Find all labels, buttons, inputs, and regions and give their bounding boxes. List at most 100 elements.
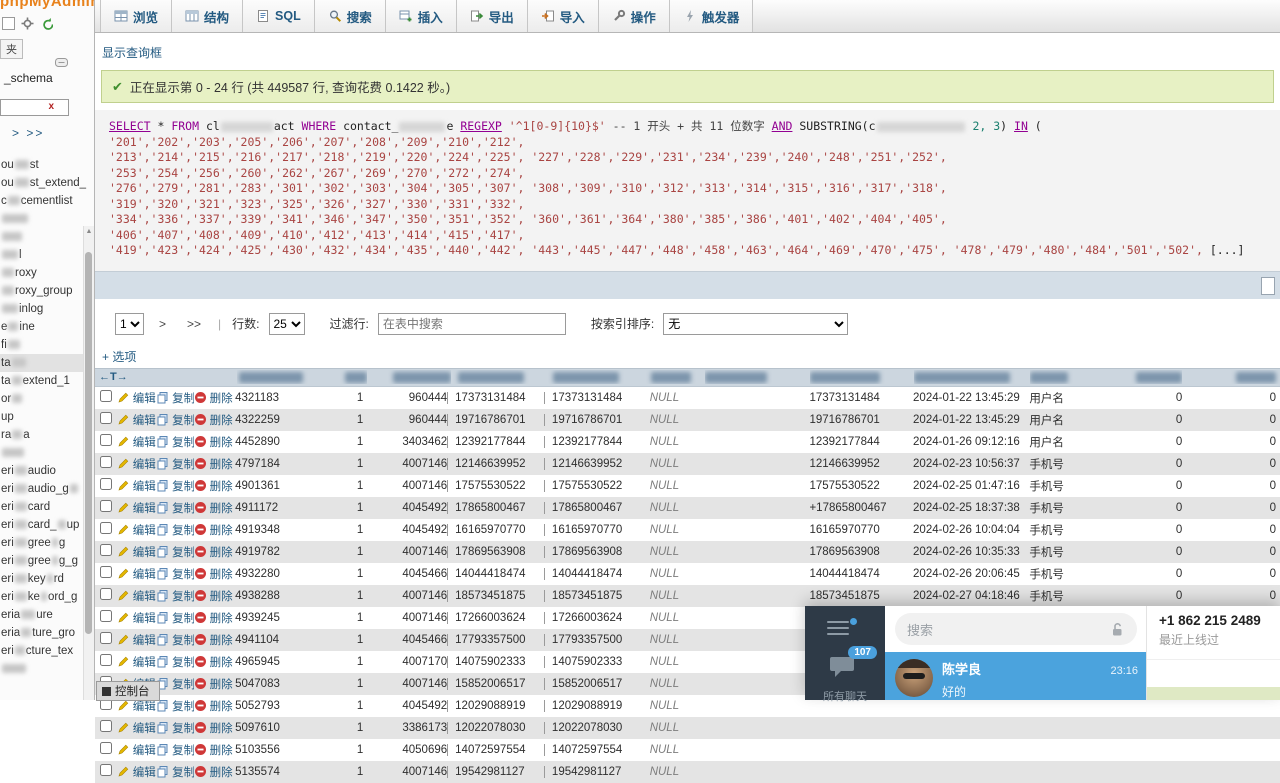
home-icon[interactable] [2,17,15,30]
nav-folder-tab[interactable]: 夹 [0,39,23,59]
tab-search[interactable]: 搜索 [315,0,386,32]
row-checkbox[interactable] [100,742,112,754]
delete-row-link[interactable]: 删除 [194,456,233,472]
sql-keyword-link[interactable]: IN [1014,119,1028,133]
row-checkbox[interactable] [100,654,112,666]
all-chats-icon[interactable]: 107 [829,654,861,683]
nav-table-item[interactable]: ta [0,354,94,372]
next-page-button[interactable]: > [153,315,172,333]
column-header[interactable] [1030,370,1079,384]
copy-row-link[interactable]: 复制 [156,720,193,736]
row-checkbox[interactable] [100,588,112,600]
nav-table-item[interactable]: eriaure [0,606,94,624]
delete-row-link[interactable]: 删除 [194,434,233,450]
scrollbar-thumb[interactable] [85,252,92,634]
copy-row-link[interactable]: 复制 [156,544,193,560]
nav-scrollbar[interactable]: ▲ [83,226,94,700]
column-header[interactable] [451,370,547,384]
nav-table-item[interactable] [0,228,94,246]
nav-table-item[interactable]: up [0,408,94,426]
unlock-icon[interactable] [1110,622,1125,637]
scroll-up-icon[interactable]: ▲ [84,228,94,235]
filter-rows-input[interactable] [378,313,566,335]
console-toggle-button[interactable]: 控制台 [96,681,160,701]
edit-row-link[interactable]: 编辑 [117,412,156,428]
inline-edit-control[interactable] [1261,277,1275,295]
delete-row-link[interactable]: 删除 [194,544,233,560]
row-checkbox[interactable] [100,566,112,578]
row-checkbox[interactable] [100,456,112,468]
row-checkbox[interactable] [100,412,112,424]
sort-index-select[interactable]: 无 [663,313,848,335]
edit-row-link[interactable]: 编辑 [117,500,156,516]
row-checkbox[interactable] [100,390,112,402]
delete-row-link[interactable]: 删除 [194,412,233,428]
copy-row-link[interactable]: 复制 [156,500,193,516]
sql-keyword-link[interactable]: REGEXP [460,119,502,133]
edit-row-link[interactable]: 编辑 [117,434,156,450]
nav-table-item[interactable]: fi [0,336,94,354]
row-checkbox[interactable] [100,720,112,732]
row-checkbox[interactable] [100,434,112,446]
column-header[interactable] [914,370,1030,384]
nav-table-item[interactable]: ccementlist [0,192,94,210]
nav-table-item[interactable]: oust [0,156,94,174]
delete-row-link[interactable]: 删除 [194,742,233,758]
column-header[interactable] [1079,370,1182,384]
row-checkbox[interactable] [100,522,112,534]
rows-count-select[interactable]: 25 [269,313,305,335]
tab-sql[interactable]: SQL [243,0,315,32]
copy-row-link[interactable]: 复制 [156,764,193,780]
column-header[interactable] [810,370,913,384]
options-toggle[interactable]: + 选项 [102,348,136,365]
delete-row-link[interactable]: 删除 [194,588,233,604]
edit-row-link[interactable]: 编辑 [117,456,156,472]
copy-row-link[interactable]: 复制 [156,412,193,428]
copy-row-link[interactable]: 复制 [156,632,193,648]
nav-table-item[interactable]: taextend_1 [0,372,94,390]
nav-table-item[interactable]: erikeyrd [0,570,94,588]
row-checkbox[interactable] [100,610,112,622]
nav-table-item[interactable]: or [0,390,94,408]
nav-table-item[interactable] [0,444,94,462]
tab-import[interactable]: 导入 [528,0,599,32]
hamburger-menu-icon[interactable] [827,621,849,639]
edit-row-link[interactable]: 编辑 [117,720,156,736]
nav-table-item[interactable]: erigreeg [0,534,94,552]
copy-row-link[interactable]: 复制 [156,478,193,494]
edit-row-link[interactable]: 编辑 [117,632,156,648]
chat-list-item[interactable]: 陈学良 23:16 好的 [885,652,1146,700]
copy-row-link[interactable]: 复制 [156,676,193,692]
copy-row-link[interactable]: 复制 [156,588,193,604]
nav-filter-input[interactable] [0,99,69,116]
column-header[interactable] [546,370,642,384]
edit-row-link[interactable]: 编辑 [117,566,156,582]
tab-browse[interactable]: 浏览 [100,0,172,32]
nav-table-item[interactable]: l [0,246,94,264]
copy-row-link[interactable]: 复制 [156,456,193,472]
edit-row-link[interactable]: 编辑 [117,522,156,538]
nav-table-item[interactable] [0,210,94,228]
delete-row-link[interactable]: 删除 [194,390,233,406]
nav-table-item[interactable]: eriaudio_g [0,480,94,498]
dock-icon[interactable] [55,58,68,67]
delete-row-link[interactable]: 删除 [194,522,233,538]
column-header[interactable] [237,370,337,384]
chat-search-input[interactable]: 搜索 [895,613,1137,645]
nav-table-item[interactable]: erigreeg_g [0,552,94,570]
delete-row-link[interactable]: 删除 [194,676,233,692]
delete-row-link[interactable]: 删除 [194,720,233,736]
nav-table-item[interactable]: raa [0,426,94,444]
tab-triggers[interactable]: 触发器 [670,0,754,32]
delete-row-link[interactable]: 删除 [194,610,233,626]
nav-pager[interactable]: > >> [12,126,94,140]
nav-table-item[interactable] [0,660,94,678]
row-checkbox[interactable] [100,632,112,644]
edit-row-link[interactable]: 编辑 [117,544,156,560]
column-header[interactable] [705,370,810,384]
sql-keyword-link[interactable]: SELECT [109,119,151,133]
refresh-icon[interactable] [40,17,53,30]
tab-operations[interactable]: 操作 [599,0,670,32]
last-page-button[interactable]: >> [181,315,207,333]
row-checkbox[interactable] [100,544,112,556]
